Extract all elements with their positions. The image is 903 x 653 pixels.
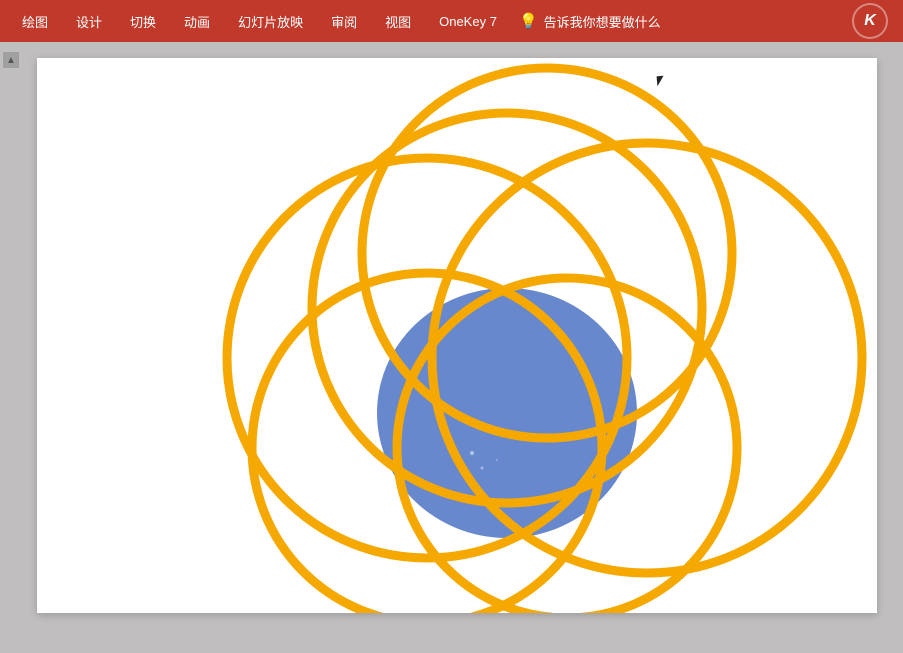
search-label: 告诉我你想要做什么 xyxy=(544,12,661,31)
menu-slideshow[interactable]: 幻灯片放映 xyxy=(224,0,317,42)
lightbulb-icon: 💡 xyxy=(519,12,538,30)
menu-animation[interactable]: 动画 xyxy=(170,0,224,42)
menu-view[interactable]: 视图 xyxy=(371,0,425,42)
logo-area: K xyxy=(845,0,895,42)
scroll-up-button[interactable]: ▲ xyxy=(3,52,19,68)
logo-icon: K xyxy=(852,3,888,39)
slide-svg xyxy=(37,58,877,613)
search-area[interactable]: 💡 告诉我你想要做什么 xyxy=(519,12,661,31)
menu-design[interactable]: 设计 xyxy=(62,0,116,42)
sidebar: ▲ xyxy=(0,50,22,653)
main-area: ▲ xyxy=(0,42,903,653)
menu-draw[interactable]: 绘图 xyxy=(8,0,62,42)
menu-onekey[interactable]: OneKey 7 xyxy=(425,0,511,42)
slide-area xyxy=(22,50,903,653)
menu-review[interactable]: 审阅 xyxy=(317,0,371,42)
menubar: 绘图 设计 切换 动画 幻灯片放映 审阅 视图 OneKey 7 💡 告诉我你想… xyxy=(0,0,903,42)
menu-transition[interactable]: 切换 xyxy=(116,0,170,42)
slide-canvas[interactable] xyxy=(37,58,877,613)
